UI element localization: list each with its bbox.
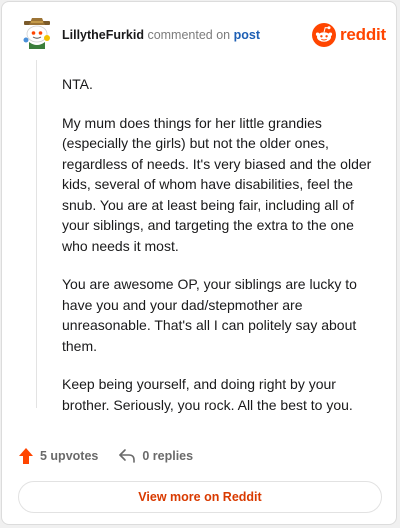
comment-header: LillytheFurkid commented on post reddit bbox=[2, 2, 396, 68]
upvote-button[interactable]: 5 upvotes bbox=[18, 447, 98, 465]
comment-paragraph: NTA. bbox=[62, 76, 93, 92]
comment-paragraph: Keep being yourself, and doing right by … bbox=[62, 376, 353, 413]
action-text: commented on bbox=[147, 28, 231, 42]
reddit-logo-icon bbox=[312, 23, 336, 47]
comment-byline: LillytheFurkid commented on post bbox=[62, 27, 260, 43]
reddit-brand-link[interactable]: reddit bbox=[312, 22, 386, 48]
upvote-arrow-icon bbox=[19, 448, 33, 464]
username-link[interactable]: LillytheFurkid bbox=[62, 28, 144, 42]
post-link[interactable]: post bbox=[234, 28, 260, 42]
user-avatar[interactable] bbox=[20, 16, 54, 50]
reddit-wordmark: reddit bbox=[340, 25, 387, 44]
upvote-count: 5 upvotes bbox=[40, 449, 99, 463]
reply-button[interactable]: 0 replies bbox=[118, 448, 193, 464]
comment-body: NTA. My mum does things for her little g… bbox=[62, 74, 376, 433]
reply-arrow-icon bbox=[119, 449, 136, 463]
view-more-button[interactable]: View more on Reddit bbox=[18, 481, 382, 513]
comment-paragraph: You are awesome OP, your siblings are lu… bbox=[62, 276, 357, 354]
comment-paragraph: My mum does things for her little grandi… bbox=[62, 114, 372, 254]
reply-count: 0 replies bbox=[142, 449, 194, 463]
comment-actions: 5 upvotes 0 replies bbox=[18, 446, 193, 466]
comment-embed-card: LillytheFurkid commented on post reddit … bbox=[1, 1, 397, 525]
thread-line bbox=[36, 60, 37, 408]
